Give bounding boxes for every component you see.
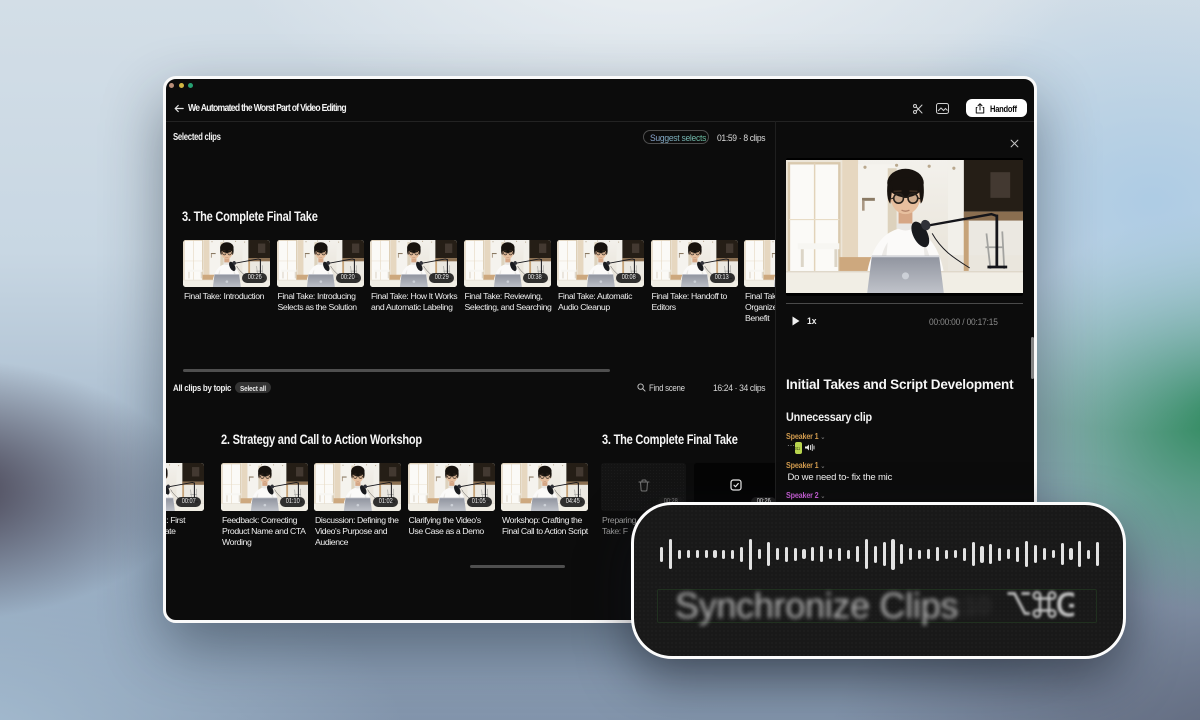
svg-text:G: G: [1056, 588, 1074, 622]
